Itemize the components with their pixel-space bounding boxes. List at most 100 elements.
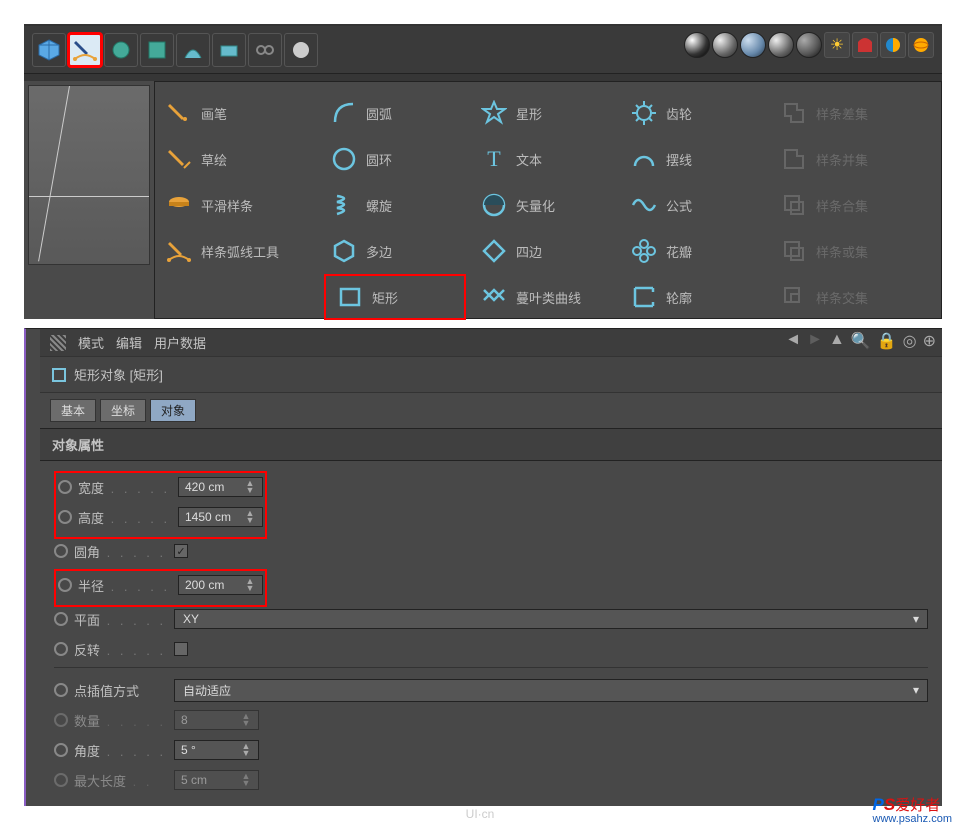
label: 螺旋 [366,196,392,215]
menu-edit[interactable]: 编辑 [116,333,142,352]
menu-sketch[interactable]: 草绘 [155,136,320,182]
menu-rectangle[interactable]: 矩形 [324,274,466,320]
target-icon[interactable]: ◎ [903,331,917,351]
anim-dot[interactable] [54,743,68,757]
menu-hexagon[interactable]: 多边 [320,228,470,274]
lock-icon[interactable]: 🔒 [877,331,897,351]
label: 平滑样条 [201,196,253,215]
tool3[interactable] [104,33,138,67]
menu-bool-and[interactable]: 样条合集 [770,182,930,228]
popup-col-5: 样条差集 样条并集 样条合集 样条或集 样条交集 [770,90,930,320]
anim-dot[interactable] [58,578,72,592]
viewport-canvas[interactable] [28,85,150,265]
menu-helix[interactable]: 螺旋 [320,182,470,228]
ball-1[interactable] [684,32,710,58]
tool7[interactable] [248,33,282,67]
watermark-center: UI·cn [466,807,495,821]
highlight-wh: 宽度 . . . . . 420 cm▲▼ 高度 . . . . . 1450 … [54,471,267,539]
contrast-button[interactable] [880,32,906,58]
red-button[interactable] [852,32,878,58]
menu-bool-intersect[interactable]: 样条交集 [770,274,930,320]
reverse-label: 反转 [74,643,100,658]
material-balls: ☀ [684,32,934,58]
row-radius: 半径 . . . . . 200 cm▲▼ [58,573,263,597]
interp-dropdown[interactable]: 自动适应▾ [174,679,928,702]
menu-arc-tool[interactable]: 样条弧线工具 [155,228,320,274]
viewport [24,81,154,319]
menu-cissoid[interactable]: 蔓叶类曲线 [470,274,620,320]
height-label: 高度 [78,511,104,526]
row-round: 圆角 . . . . . ✓ [54,539,928,563]
sun-button[interactable]: ☀ [824,32,850,58]
ball-5[interactable] [796,32,822,58]
anim-dot[interactable] [54,544,68,558]
label: 草绘 [201,150,227,169]
tool5[interactable] [176,33,210,67]
anim-dot [54,773,68,787]
ball-3[interactable] [740,32,766,58]
menu-smooth[interactable]: 平滑样条 [155,182,320,228]
object-title-text: 矩形对象 [矩形] [74,365,163,384]
menu-cycloid[interactable]: 摆线 [620,136,770,182]
round-checkbox[interactable]: ✓ [174,544,188,558]
main-toolbar: ☀ [24,26,942,74]
back-icon[interactable]: ◄ [785,331,801,351]
count-label: 数量 [74,714,100,729]
menu-formula[interactable]: 公式 [620,182,770,228]
menu-text[interactable]: T文本 [470,136,620,182]
menu-vectorize[interactable]: 矢量化 [470,182,620,228]
menu-profile[interactable]: 轮廓 [620,274,770,320]
row-interp: 点插值方式 自动适应▾ [54,678,928,702]
menu-star[interactable]: 星形 [470,90,620,136]
menu-pen[interactable]: 画笔 [155,90,320,136]
new-icon[interactable]: ⊕ [923,331,936,351]
label: 矩形 [372,288,398,307]
reverse-checkbox[interactable]: ✓ [174,642,188,656]
tool8[interactable] [284,33,318,67]
globe-button[interactable] [908,32,934,58]
height-input[interactable]: 1450 cm▲▼ [178,507,263,527]
angle-input[interactable]: 5 °▲▼ [174,740,259,760]
menu-arc[interactable]: 圆弧 [320,90,470,136]
menu-gear[interactable]: 齿轮 [620,90,770,136]
plane-dropdown[interactable]: XY▾ [174,609,928,629]
anim-dot[interactable] [58,480,72,494]
ball-4[interactable] [768,32,794,58]
anim-dot[interactable] [58,510,72,524]
anim-dot[interactable] [54,612,68,626]
menu-diamond[interactable]: 四边 [470,228,620,274]
width-value: 420 cm [185,480,224,494]
ball-2[interactable] [712,32,738,58]
label: 画笔 [201,104,227,123]
cube-button[interactable] [32,33,66,67]
popup-col-3: 星形 T文本 矢量化 四边 蔓叶类曲线 [470,90,620,320]
attributes-panel: 模式 编辑 用户数据 ◄ ► ▲ 🔍 🔒 ◎ ⊕ 矩形对象 [矩形] 基本 坐标… [24,328,942,806]
search-icon[interactable]: 🔍 [851,331,871,351]
menu-mode[interactable]: 模式 [78,333,104,352]
anim-dot[interactable] [54,642,68,656]
tab-object[interactable]: 对象 [150,399,196,422]
tool6[interactable] [212,33,246,67]
menu-bool-diff[interactable]: 样条差集 [770,90,930,136]
menu-userdata[interactable]: 用户数据 [154,333,206,352]
menu-circle[interactable]: 圆环 [320,136,470,182]
anim-dot[interactable] [54,683,68,697]
tab-coord[interactable]: 坐标 [100,399,146,422]
nav-icon[interactable]: ▲ [829,331,845,351]
width-input[interactable]: 420 cm▲▼ [178,477,263,497]
menu-flower[interactable]: 花瓣 [620,228,770,274]
radius-input[interactable]: 200 cm▲▼ [178,575,263,595]
panel-menu: 模式 编辑 用户数据 ◄ ► ▲ 🔍 🔒 ◎ ⊕ [40,329,942,357]
spline-pen-button[interactable] [68,33,102,67]
label: 样条合集 [816,196,868,215]
wm-p: P [873,795,884,814]
spline-popup: 画笔 草绘 平滑样条 样条弧线工具 圆弧 圆环 螺旋 多边 矩形 星形 T文本 … [154,81,942,319]
tab-basic[interactable]: 基本 [50,399,96,422]
menu-bool-or[interactable]: 样条或集 [770,228,930,274]
wm-url: www.psahz.com [873,813,952,825]
forward-icon[interactable]: ► [807,331,823,351]
label: 样条交集 [816,288,868,307]
menu-bool-union[interactable]: 样条并集 [770,136,930,182]
label: 齿轮 [666,104,692,123]
tool4[interactable] [140,33,174,67]
